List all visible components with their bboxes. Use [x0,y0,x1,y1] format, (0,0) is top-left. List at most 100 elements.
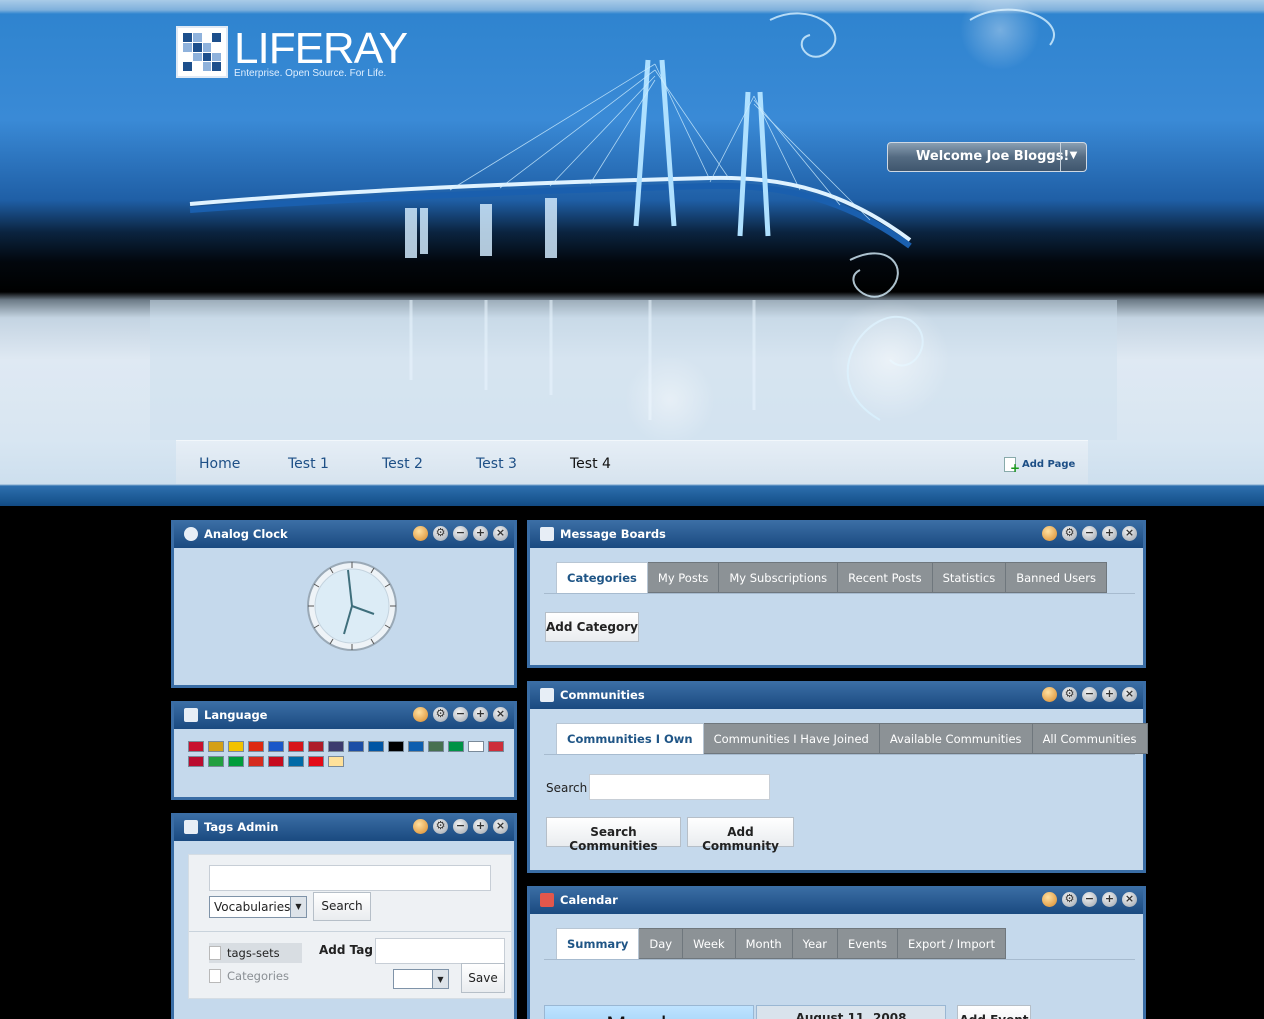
language-flag-icon[interactable] [388,741,404,752]
close-icon[interactable]: × [493,819,508,834]
portlet-title-bar[interactable]: Calendar ⚙ − + × [530,886,1143,914]
look-and-feel-icon[interactable] [1042,687,1057,702]
minimize-icon[interactable]: − [453,707,468,722]
look-and-feel-icon[interactable] [413,707,428,722]
nav-item-test-2[interactable]: Test 2 [382,456,423,472]
portlet-title-bar[interactable]: Language ⚙ − + × [174,701,514,729]
language-flag-icon[interactable] [328,741,344,752]
language-flag-icon[interactable] [248,741,264,752]
portlet-title-bar[interactable]: Analog Clock ⚙ − + × [174,520,514,548]
maximize-icon[interactable]: + [1102,687,1117,702]
save-button[interactable]: Save [461,963,505,993]
add-tag-input[interactable] [375,938,505,964]
language-flag-icon[interactable] [288,741,304,752]
tree-item-categories[interactable]: Categories [209,969,289,983]
tags-search-button[interactable]: Search [313,892,371,921]
language-flag-icon[interactable] [268,756,284,767]
nav-item-test-3[interactable]: Test 3 [476,456,517,472]
tag-set-select[interactable]: ▼ [393,969,449,989]
welcome-user-menu[interactable]: Welcome Joe Bloggs! ▼ [887,142,1087,172]
maximize-icon[interactable]: + [1102,526,1117,541]
close-icon[interactable]: × [1122,892,1137,907]
configuration-icon[interactable]: ⚙ [1062,526,1077,541]
tab-statistics[interactable]: Statistics [932,562,1007,593]
maximize-icon[interactable]: + [473,819,488,834]
tab-events[interactable]: Events [838,928,898,959]
language-flag-icon[interactable] [248,756,264,767]
language-flag-icon[interactable] [448,741,464,752]
add-page-button[interactable]: + Add Page [1004,457,1076,475]
language-flag-icon[interactable] [368,741,384,752]
look-and-feel-icon[interactable] [413,526,428,541]
language-flag-icon[interactable] [188,741,204,752]
look-and-feel-icon[interactable] [1042,892,1057,907]
maximize-icon[interactable]: + [1102,892,1117,907]
tab-communities-i-own[interactable]: Communities I Own [556,723,704,754]
tags-search-input[interactable] [209,865,491,891]
tab-recent-posts[interactable]: Recent Posts [838,562,933,593]
add-category-button[interactable]: Add Category [545,612,639,642]
language-flag-icon[interactable] [308,756,324,767]
tab-categories[interactable]: Categories [556,562,648,593]
look-and-feel-icon[interactable] [413,819,428,834]
tab-my-posts[interactable]: My Posts [647,562,720,593]
close-icon[interactable]: × [493,707,508,722]
minimize-icon[interactable]: − [453,819,468,834]
nav-item-test-4[interactable]: Test 4 [570,456,611,472]
close-icon[interactable]: × [1122,526,1137,541]
tab-export-import[interactable]: Export / Import [897,928,1006,959]
tab-day[interactable]: Day [639,928,684,959]
nav-item-test-1[interactable]: Test 1 [288,456,329,472]
search-communities-button[interactable]: Search Communities [546,817,681,853]
portlet-title-bar[interactable]: Communities ⚙ − + × [530,681,1143,709]
close-icon[interactable]: × [1122,687,1137,702]
language-flag-icon[interactable] [208,756,224,767]
configuration-icon[interactable]: ⚙ [1062,892,1077,907]
language-flag-icon[interactable] [228,741,244,752]
maximize-icon[interactable]: + [473,526,488,541]
minimize-icon[interactable]: − [453,526,468,541]
minimize-icon[interactable]: − [1082,526,1097,541]
tab-week[interactable]: Week [683,928,736,959]
tab-month[interactable]: Month [735,928,793,959]
vocabularies-select[interactable]: Vocabularies ▼ [209,896,307,918]
portlet-title-bar[interactable]: Message Boards ⚙ − + × [530,520,1143,548]
configuration-icon[interactable]: ⚙ [433,526,448,541]
portlet-title-bar[interactable]: Tags Admin ⚙ − + × [174,813,514,841]
add-event-button[interactable]: Add Event [957,1005,1031,1019]
add-page-label: Add Page [1022,459,1076,470]
configuration-icon[interactable]: ⚙ [1062,687,1077,702]
portlet-title: Message Boards [560,527,666,541]
add-community-button[interactable]: Add Community [687,817,794,853]
tab-all-communities[interactable]: All Communities [1032,723,1148,754]
chevron-down-icon[interactable]: ▼ [1060,143,1086,171]
language-flag-icon[interactable] [348,741,364,752]
language-flag-icon[interactable] [408,741,424,752]
language-flag-icon[interactable] [428,741,444,752]
language-flag-icon[interactable] [188,756,204,767]
tab-summary[interactable]: Summary [556,928,640,959]
language-flag-icon[interactable] [468,741,484,752]
close-icon[interactable]: × [493,526,508,541]
language-flag-icon[interactable] [268,741,284,752]
communities-search-input[interactable] [589,774,770,800]
nav-item-home[interactable]: Home [199,456,240,472]
configuration-icon[interactable]: ⚙ [433,819,448,834]
maximize-icon[interactable]: + [473,707,488,722]
minimize-icon[interactable]: − [1082,687,1097,702]
tree-item-tags-sets[interactable]: tags-sets [209,943,302,963]
minimize-icon[interactable]: − [1082,892,1097,907]
tab-available-communities[interactable]: Available Communities [879,723,1033,754]
tab-my-subscriptions[interactable]: My Subscriptions [719,562,839,593]
language-flag-icon[interactable] [308,741,324,752]
language-flag-icon[interactable] [488,741,504,752]
look-and-feel-icon[interactable] [1042,526,1057,541]
language-flag-icon[interactable] [288,756,304,767]
language-flag-icon[interactable] [328,756,344,767]
tab-year[interactable]: Year [792,928,839,959]
language-flag-icon[interactable] [228,756,244,767]
tab-banned-users[interactable]: Banned Users [1006,562,1107,593]
language-flag-icon[interactable] [208,741,224,752]
tab-communities-joined[interactable]: Communities I Have Joined [703,723,880,754]
configuration-icon[interactable]: ⚙ [433,707,448,722]
